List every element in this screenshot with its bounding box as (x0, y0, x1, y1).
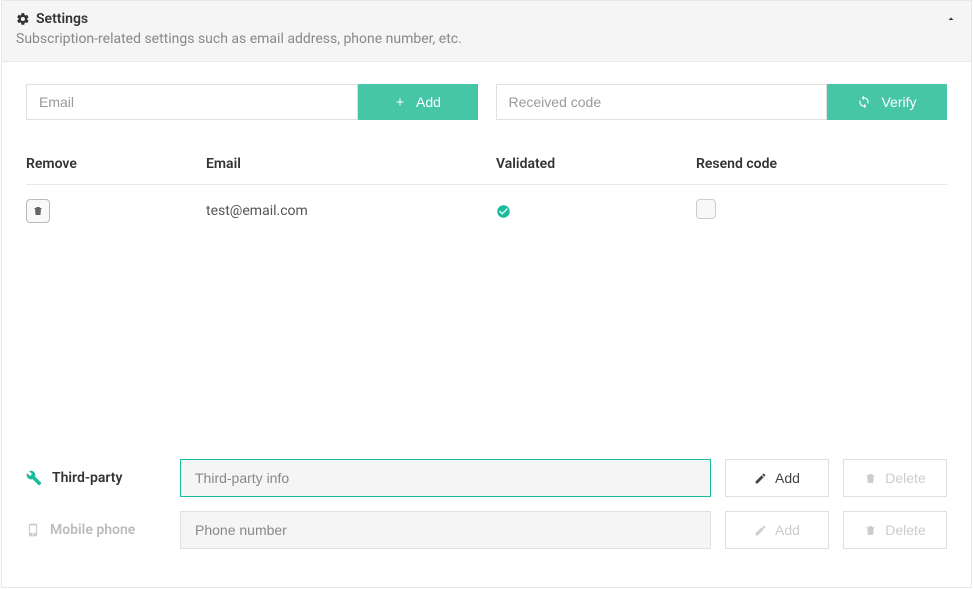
trash-icon (864, 524, 877, 537)
trash-icon (32, 205, 44, 217)
email-input[interactable] (26, 84, 358, 120)
panel-body: Add Verify Remove Email (2, 62, 971, 587)
plus-icon (394, 96, 406, 108)
code-input[interactable] (496, 84, 828, 120)
third-party-delete-button[interactable]: Delete (843, 459, 947, 497)
mobile-input[interactable] (180, 511, 711, 549)
pencil-icon (754, 472, 767, 485)
third-party-label: Third-party (52, 470, 122, 486)
email-verify-row: Add Verify (26, 84, 947, 120)
code-input-group: Verify (496, 84, 948, 120)
third-party-label-group: Third-party (26, 470, 166, 486)
mobile-row: Mobile phone Add Delete (26, 511, 947, 549)
check-circle-icon (496, 204, 511, 219)
third-party-input[interactable] (180, 459, 711, 497)
col-validated-header: Validated (496, 146, 696, 185)
email-cell: test@email.com (206, 185, 496, 238)
settings-panel: Settings Subscription-related settings s… (1, 0, 972, 588)
remove-email-button[interactable] (26, 199, 50, 223)
mobile-delete-button[interactable]: Delete (843, 511, 947, 549)
mobile-label-group: Mobile phone (26, 522, 166, 538)
email-input-group: Add (26, 84, 478, 120)
panel-subtitle: Subscription-related settings such as em… (16, 31, 957, 47)
col-email-header: Email (206, 146, 496, 185)
third-party-add-label: Add (775, 470, 800, 486)
gear-icon (16, 12, 30, 26)
panel-title: Settings (36, 11, 88, 27)
validated-icon (496, 204, 696, 219)
col-remove-header: Remove (26, 146, 206, 185)
mobile-delete-label: Delete (885, 522, 925, 538)
table-row: test@email.com (26, 185, 947, 238)
refresh-icon (857, 95, 871, 109)
mobile-icon (26, 522, 40, 538)
third-party-delete-label: Delete (885, 470, 925, 486)
add-email-label: Add (416, 94, 441, 110)
trash-icon (864, 472, 877, 485)
add-email-button[interactable]: Add (358, 84, 478, 120)
resend-code-button[interactable] (696, 199, 716, 219)
third-party-add-button[interactable]: Add (725, 459, 829, 497)
verify-button[interactable]: Verify (827, 84, 947, 120)
email-table: Remove Email Validated Resend code test (26, 146, 947, 237)
bottom-section: Third-party Add Delete (26, 459, 947, 549)
caret-up-icon (945, 13, 957, 25)
col-resend-header: Resend code (696, 146, 947, 185)
collapse-toggle[interactable] (945, 13, 957, 25)
wrench-icon (26, 470, 42, 486)
mobile-add-button[interactable]: Add (725, 511, 829, 549)
verify-label: Verify (881, 94, 916, 110)
mobile-add-label: Add (775, 522, 800, 538)
third-party-row: Third-party Add Delete (26, 459, 947, 497)
mobile-label: Mobile phone (50, 522, 135, 538)
pencil-icon (754, 524, 767, 537)
panel-header: Settings Subscription-related settings s… (2, 1, 971, 62)
